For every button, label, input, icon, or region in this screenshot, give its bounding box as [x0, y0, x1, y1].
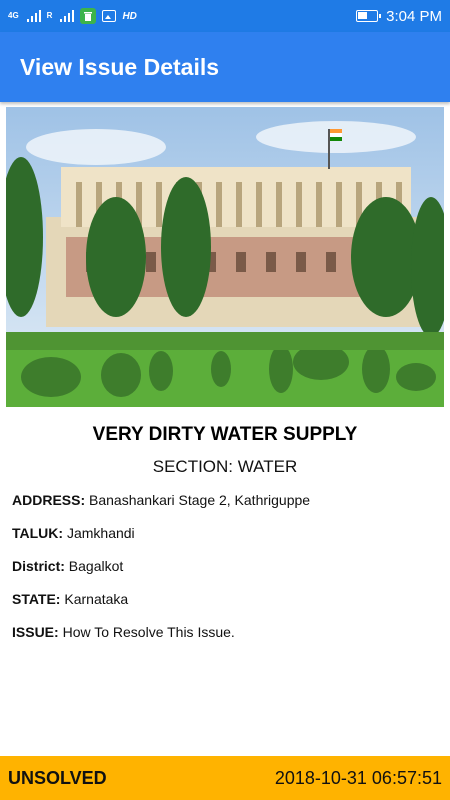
address-value: Banashankari Stage 2, Kathriguppe [89, 492, 311, 508]
battery-level [358, 12, 368, 19]
status-right: 3:04 PM [356, 8, 442, 25]
issue-description: How To Resolve This Issue. [62, 624, 235, 640]
state-row: STATE: Karnataka [12, 591, 128, 607]
battery-icon [356, 10, 382, 22]
address-row: ADDRESS: Banashankari Stage 2, Kathrigup… [12, 492, 310, 508]
cleaner-app-icon [80, 8, 97, 24]
district-label: District: [12, 558, 65, 574]
status-footer: UNSOLVED 2018-10-31 06:57:51 [0, 756, 450, 800]
issue-datetime: 2018-10-31 06:57:51 [274, 767, 442, 788]
state-value: Karnataka [64, 591, 129, 607]
signal-icon-2 [60, 10, 75, 22]
issue-row: ISSUE: How To Resolve This Issue. [12, 624, 235, 640]
taluk-row: TALUK: Jamkhandi [12, 525, 135, 541]
page-title: View Issue Details [20, 53, 220, 80]
roaming-label: R [46, 11, 53, 20]
state-label: STATE: [12, 591, 61, 607]
clock: 3:04 PM [386, 7, 442, 25]
status-bar: 4G R HD 3:04 PM [0, 0, 450, 32]
taluk-label: TALUK: [12, 525, 64, 541]
signal-icon [26, 10, 41, 22]
address-label: ADDRESS: [12, 492, 86, 508]
taluk-value: Jamkhandi [66, 525, 135, 541]
district-value: Bagalkot [68, 558, 124, 574]
issue-title: VERY DIRTY WATER SUPPLY [92, 424, 358, 445]
issue-status: UNSOLVED [8, 767, 107, 788]
hd-voice-icon: HD [122, 10, 137, 22]
app-bar: View Issue Details [0, 32, 450, 102]
district-row: District: Bagalkot [12, 558, 123, 574]
issue-label: ISSUE: [12, 624, 59, 640]
network-type-label: 4G [8, 11, 19, 20]
parliament-building-image [6, 107, 444, 407]
issue-image [6, 107, 444, 407]
issue-section: SECTION: WATER [152, 457, 298, 476]
status-left: 4G R HD [8, 8, 137, 24]
gallery-icon [102, 10, 117, 22]
